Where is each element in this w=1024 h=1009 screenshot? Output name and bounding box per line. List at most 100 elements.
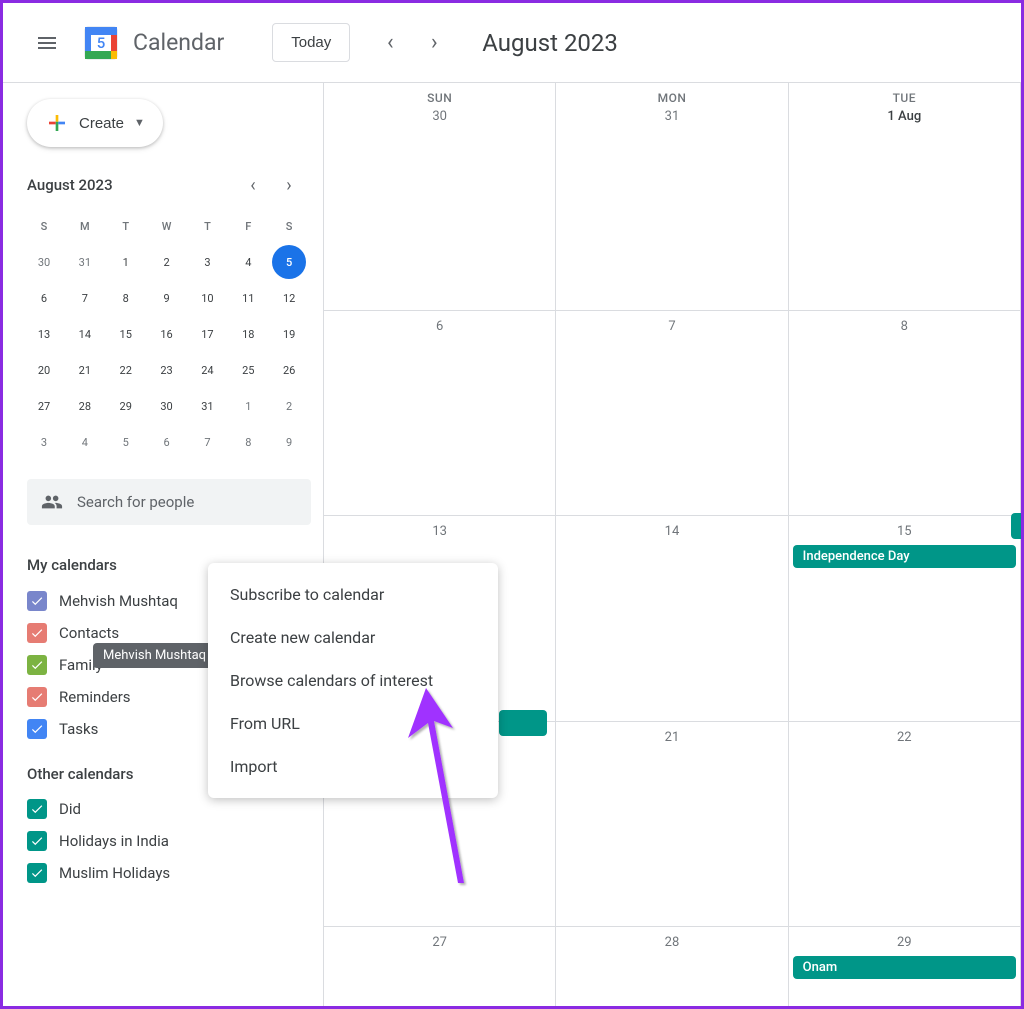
day-cell[interactable]: 29Onam — [789, 927, 1021, 1006]
checkbox-icon[interactable] — [27, 863, 47, 883]
mini-day[interactable]: 16 — [150, 317, 184, 351]
mini-day[interactable]: 6 — [150, 425, 184, 459]
search-placeholder: Search for people — [77, 493, 194, 511]
checkbox-icon[interactable] — [27, 687, 47, 707]
mini-day[interactable]: 8 — [109, 281, 143, 315]
day-header: SUN — [324, 83, 556, 105]
app-header: 5 Calendar Today ‹ › August 2023 — [3, 3, 1021, 83]
mini-day[interactable]: 17 — [190, 317, 224, 351]
mini-day[interactable]: 1 — [109, 245, 143, 279]
day-cell[interactable]: 15Independence Day — [789, 516, 1021, 722]
mini-day[interactable]: 3 — [27, 425, 61, 459]
mini-day[interactable]: 4 — [231, 245, 265, 279]
checkbox-icon[interactable] — [27, 719, 47, 739]
today-button[interactable]: Today — [272, 23, 350, 62]
day-cell[interactable]: 21 — [556, 722, 788, 928]
mini-day[interactable]: 25 — [231, 353, 265, 387]
mini-day[interactable]: 4 — [68, 425, 102, 459]
day-cell[interactable]: 1 Aug — [789, 105, 1021, 311]
day-number: 21 — [556, 726, 787, 749]
popup-menu-item[interactable]: Create new calendar — [208, 616, 498, 659]
day-cell[interactable]: 27 — [324, 927, 556, 1006]
svg-text:5: 5 — [97, 34, 106, 52]
mini-calendar[interactable]: SMTWTFS303112345678910111213141516171819… — [27, 209, 311, 459]
day-header: MON — [556, 83, 788, 105]
mini-dow: T — [190, 209, 224, 243]
mini-day[interactable]: 10 — [190, 281, 224, 315]
event-chip[interactable]: Onam — [793, 956, 1016, 979]
mini-day[interactable]: 5 — [109, 425, 143, 459]
mini-day[interactable]: 14 — [68, 317, 102, 351]
mini-day[interactable]: 31 — [68, 245, 102, 279]
checkbox-icon[interactable] — [27, 623, 47, 643]
day-cell[interactable]: 28 — [556, 927, 788, 1006]
mini-day[interactable]: 24 — [190, 353, 224, 387]
add-calendar-popup: Subscribe to calendarCreate new calendar… — [208, 563, 498, 798]
calendar-label: Did — [59, 800, 81, 818]
mini-day[interactable]: 21 — [68, 353, 102, 387]
mini-day[interactable]: 7 — [68, 281, 102, 315]
checkbox-icon[interactable] — [27, 831, 47, 851]
hamburger-menu-icon[interactable] — [23, 19, 71, 67]
create-button[interactable]: Create ▼ — [27, 99, 163, 147]
app-logo[interactable]: 5 Calendar — [79, 21, 224, 65]
day-cell[interactable]: 14 — [556, 516, 788, 722]
mini-day[interactable]: 22 — [109, 353, 143, 387]
day-number: 22 — [789, 726, 1020, 749]
mini-day[interactable]: 23 — [150, 353, 184, 387]
popup-menu-item[interactable]: From URL — [208, 702, 498, 745]
calendar-item[interactable]: Muslim Holidays — [27, 857, 311, 889]
checkbox-icon[interactable] — [27, 591, 47, 611]
mini-day[interactable]: 9 — [150, 281, 184, 315]
day-cell[interactable]: 30 — [324, 105, 556, 311]
day-cell[interactable]: 7 — [556, 311, 788, 517]
mini-day[interactable]: 26 — [272, 353, 306, 387]
mini-day[interactable]: 27 — [27, 389, 61, 423]
mini-day[interactable]: 30 — [150, 389, 184, 423]
popup-menu-item[interactable]: Subscribe to calendar — [208, 573, 498, 616]
mini-dow: F — [231, 209, 265, 243]
day-number: 14 — [556, 520, 787, 543]
mini-day[interactable]: 18 — [231, 317, 265, 351]
mini-day[interactable]: 6 — [27, 281, 61, 315]
prev-month-icon[interactable]: ‹ — [370, 23, 410, 63]
event-chip[interactable]: Independence Day — [793, 545, 1016, 568]
mini-day[interactable]: 12 — [272, 281, 306, 315]
mini-dow: S — [27, 209, 61, 243]
popup-menu-item[interactable]: Browse calendars of interest — [208, 659, 498, 702]
mini-day[interactable]: 30 — [27, 245, 61, 279]
mini-next-icon[interactable]: › — [275, 171, 303, 199]
calendar-item[interactable]: Holidays in India — [27, 825, 311, 857]
day-cell[interactable]: 6 — [324, 311, 556, 517]
mini-day[interactable]: 19 — [272, 317, 306, 351]
next-month-icon[interactable]: › — [414, 23, 454, 63]
mini-day[interactable]: 15 — [109, 317, 143, 351]
checkbox-icon[interactable] — [27, 799, 47, 819]
mini-day[interactable]: 9 — [272, 425, 306, 459]
mini-day[interactable]: 1 — [231, 389, 265, 423]
day-cell[interactable]: 31 — [556, 105, 788, 311]
day-number: 13 — [324, 520, 555, 543]
mini-day[interactable]: 5 — [272, 245, 306, 279]
mini-day[interactable]: 7 — [190, 425, 224, 459]
day-cell[interactable]: 22 — [789, 722, 1021, 928]
popup-menu-item[interactable]: Import — [208, 745, 498, 788]
day-cell[interactable]: 8 — [789, 311, 1021, 517]
mini-day[interactable]: 2 — [150, 245, 184, 279]
search-people-input[interactable]: Search for people — [27, 479, 311, 525]
mini-day[interactable]: 11 — [231, 281, 265, 315]
mini-day[interactable]: 3 — [190, 245, 224, 279]
mini-day[interactable]: 20 — [27, 353, 61, 387]
mini-day[interactable]: 29 — [109, 389, 143, 423]
calendar-label: Reminders — [59, 688, 131, 706]
mini-day[interactable]: 8 — [231, 425, 265, 459]
mini-day[interactable]: 31 — [190, 389, 224, 423]
mini-day[interactable]: 28 — [68, 389, 102, 423]
mini-day[interactable]: 2 — [272, 389, 306, 423]
calendar-logo-icon: 5 — [79, 21, 123, 65]
checkbox-icon[interactable] — [27, 655, 47, 675]
day-number: 1 Aug — [789, 105, 1020, 128]
mini-prev-icon[interactable]: ‹ — [239, 171, 267, 199]
app-title: Calendar — [133, 29, 224, 56]
mini-day[interactable]: 13 — [27, 317, 61, 351]
